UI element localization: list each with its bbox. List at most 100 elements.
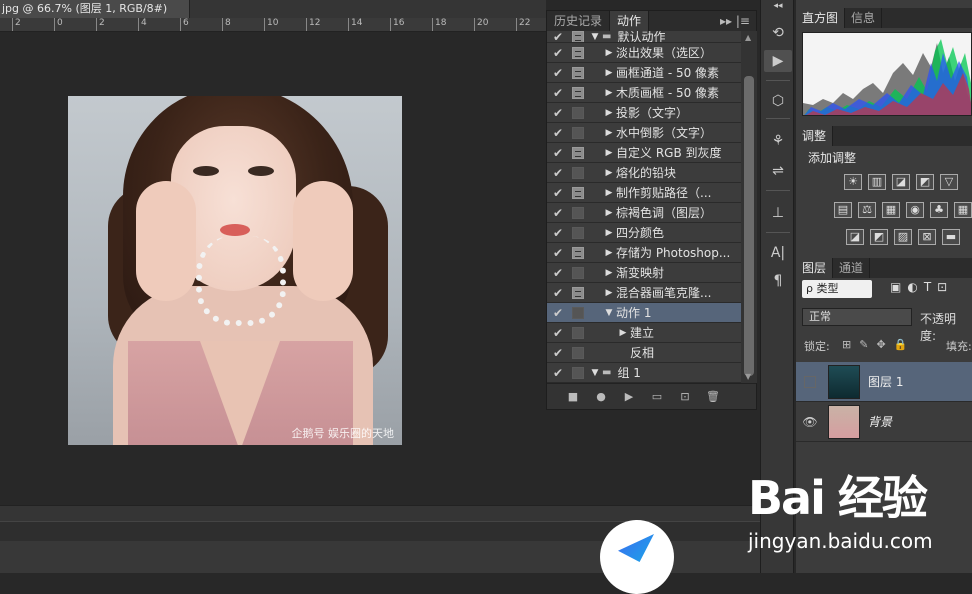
action-row[interactable]: ✔ ▼ ▬ 默认动作 xyxy=(547,31,741,43)
paragraph-icon[interactable]: ¶ xyxy=(764,270,792,292)
adjustment-icon[interactable]: ◉ xyxy=(906,202,924,218)
action-row[interactable]: ✔ ▶ 自定义 RGB 到灰度 xyxy=(547,143,741,163)
stop-icon[interactable]: ■ xyxy=(565,390,581,403)
toggle-checkmark-icon[interactable]: ✔ xyxy=(547,326,569,340)
3d-icon[interactable]: ⬡ xyxy=(764,90,792,112)
toggle-checkmark-icon[interactable]: ✔ xyxy=(547,106,569,120)
adjustment-icon[interactable]: ⚖ xyxy=(858,202,876,218)
layer-filter-select[interactable]: ρ 类型 xyxy=(802,280,872,298)
tab-histogram-0[interactable]: 直方图 xyxy=(796,8,846,28)
tab-adjust-0[interactable]: 调整 xyxy=(796,126,834,146)
dialog-toggle-icon[interactable] xyxy=(572,286,584,299)
document-image[interactable]: 企鹅号 娱乐圈的天地 xyxy=(68,96,402,445)
toggle-checkmark-icon[interactable]: ✔ xyxy=(547,346,569,360)
dialog-toggle-icon[interactable] xyxy=(572,86,584,99)
expand-triangle-icon[interactable]: ▶ xyxy=(602,288,616,298)
dialog-toggle-icon[interactable] xyxy=(572,31,584,42)
toggle-checkmark-icon[interactable]: ✔ xyxy=(547,366,569,380)
lock-option-icon[interactable]: ✎ xyxy=(859,338,868,351)
scroll-thumb[interactable] xyxy=(744,76,754,376)
dialog-toggle-icon[interactable] xyxy=(572,146,584,159)
expand-triangle-icon[interactable]: ▶ xyxy=(602,68,616,78)
new-action-icon[interactable]: ⊡ xyxy=(677,390,693,403)
collapse-triangle-icon[interactable]: ▼ xyxy=(588,368,602,378)
expand-triangle-icon[interactable]: ▶ xyxy=(602,248,616,258)
delete-icon[interactable]: 🗑 xyxy=(705,390,721,403)
action-row[interactable]: ✔ ▶ 存储为 Photoshop... xyxy=(547,243,741,263)
toggle-checkmark-icon[interactable]: ✔ xyxy=(547,166,569,180)
layer-filter-icon[interactable]: T xyxy=(924,280,931,294)
layer-row[interactable]: 图层 1 xyxy=(796,362,972,402)
toggle-checkmark-icon[interactable]: ✔ xyxy=(547,306,569,320)
new-set-icon[interactable]: ▭ xyxy=(649,390,665,403)
expand-triangle-icon[interactable]: ▶ xyxy=(602,228,616,238)
action-row[interactable]: ✔ ▶ 木质画框 - 50 像素 xyxy=(547,83,741,103)
sliders-icon[interactable]: ⇌ xyxy=(764,160,792,182)
lock-option-icon[interactable]: 🔒 xyxy=(894,338,908,351)
adjustment-icon[interactable]: ◪ xyxy=(846,229,864,245)
action-row[interactable]: ✔ ▶ 投影（文字） xyxy=(547,103,741,123)
expand-triangle-icon[interactable]: ▶ xyxy=(602,148,616,158)
record-icon[interactable]: ● xyxy=(593,390,609,403)
document-tab[interactable]: jpg @ 66.7% (图层 1, RGB/8#) *× xyxy=(0,0,190,33)
adjustment-icon[interactable]: ☀ xyxy=(844,174,862,190)
tab-actions-0[interactable]: 历史记录 xyxy=(547,11,611,31)
dialog-toggle-icon[interactable] xyxy=(572,346,584,359)
scroll-up-icon[interactable]: ▲ xyxy=(745,33,751,42)
dialog-toggle-icon[interactable] xyxy=(572,246,584,259)
action-row[interactable]: ✔ ▶ 建立 xyxy=(547,323,741,343)
action-row[interactable]: ✔ ▶ 熔化的铅块 xyxy=(547,163,741,183)
toggle-checkmark-icon[interactable]: ✔ xyxy=(547,266,569,280)
toggle-checkmark-icon[interactable]: ✔ xyxy=(547,31,569,42)
layer-row[interactable]: 👁 背景 xyxy=(796,402,972,442)
tab-layers-0[interactable]: 图层 xyxy=(796,258,834,278)
adjustment-icon[interactable]: ▬ xyxy=(942,229,960,245)
toggle-checkmark-icon[interactable]: ✔ xyxy=(547,226,569,240)
scroll-down-icon[interactable]: ▼ xyxy=(745,372,751,381)
toggle-checkmark-icon[interactable]: ✔ xyxy=(547,206,569,220)
action-row[interactable]: ✔ ▶ 制作剪贴路径（... xyxy=(547,183,741,203)
brush-preset-icon[interactable]: ⚘ xyxy=(764,130,792,152)
visibility-toggle[interactable] xyxy=(804,375,816,388)
visibility-eye-icon[interactable]: 👁 xyxy=(796,415,824,429)
tab-layers-1[interactable]: 通道 xyxy=(833,258,871,278)
layer-filter-icon[interactable]: ⊡ xyxy=(937,280,947,294)
dialog-toggle-icon[interactable] xyxy=(572,66,584,79)
action-row[interactable]: ✔ ▶ 混合器画笔克隆... xyxy=(547,283,741,303)
collapse-icon[interactable]: ◂◂ xyxy=(764,0,792,12)
adjustment-icon[interactable]: ▦ xyxy=(954,202,972,218)
adjustment-icon[interactable]: ▤ xyxy=(834,202,852,218)
dialog-toggle-icon[interactable] xyxy=(572,186,584,199)
toggle-checkmark-icon[interactable]: ✔ xyxy=(547,126,569,140)
expand-triangle-icon[interactable]: ▶ xyxy=(602,48,616,58)
adjustment-icon[interactable]: ◩ xyxy=(916,174,934,190)
adjustment-icon[interactable]: ▦ xyxy=(882,202,900,218)
toggle-checkmark-icon[interactable]: ✔ xyxy=(547,146,569,160)
tab-histogram-1[interactable]: 信息 xyxy=(845,8,883,28)
expand-triangle-icon[interactable]: ▶ xyxy=(602,108,616,118)
blend-mode-select[interactable]: 正常 xyxy=(802,308,912,326)
adjustment-icon[interactable]: ♣ xyxy=(930,202,948,218)
expand-triangle-icon[interactable]: ▶ xyxy=(602,268,616,278)
dialog-toggle-icon[interactable] xyxy=(572,126,584,139)
toggle-checkmark-icon[interactable]: ✔ xyxy=(547,86,569,100)
dialog-toggle-icon[interactable] xyxy=(572,206,584,219)
expand-triangle-icon[interactable]: ▶ xyxy=(602,188,616,198)
expand-triangle-icon[interactable]: ▶ xyxy=(616,328,630,338)
adjustment-icon[interactable]: ◪ xyxy=(892,174,910,190)
adjustment-icon[interactable]: ◩ xyxy=(870,229,888,245)
dialog-toggle-icon[interactable] xyxy=(572,326,584,339)
toggle-checkmark-icon[interactable]: ✔ xyxy=(547,286,569,300)
expand-triangle-icon[interactable]: ▶ xyxy=(602,88,616,98)
action-row[interactable]: ✔ ▶ 四分颜色 xyxy=(547,223,741,243)
adjustment-icon[interactable]: ▽ xyxy=(940,174,958,190)
dialog-toggle-icon[interactable] xyxy=(572,46,584,59)
collapse-triangle-icon[interactable]: ▼ xyxy=(602,308,616,318)
toggle-checkmark-icon[interactable]: ✔ xyxy=(547,46,569,60)
dialog-toggle-icon[interactable] xyxy=(572,266,584,279)
dialog-toggle-icon[interactable] xyxy=(572,166,584,179)
play-icon[interactable]: ▶ xyxy=(764,50,792,72)
adjustment-icon[interactable]: ⊠ xyxy=(918,229,936,245)
action-row[interactable]: ✔ ▼ 动作 1 xyxy=(547,303,741,323)
toggle-checkmark-icon[interactable]: ✔ xyxy=(547,246,569,260)
